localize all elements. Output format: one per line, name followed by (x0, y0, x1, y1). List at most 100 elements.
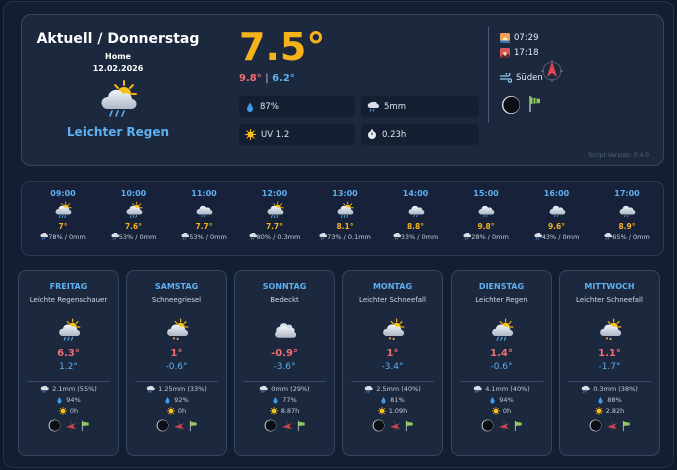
current-min-max: 9.8° | 6.2° (239, 73, 295, 84)
hourly-item: 16:00 9.6° 43% / 0mm (522, 189, 592, 241)
rain-cloud-icon (319, 232, 328, 240)
day-icons-row (127, 419, 226, 432)
sun-icon (377, 407, 386, 415)
day-icons-row (452, 419, 551, 432)
day-condition: Leichte Regenschauer (29, 296, 108, 304)
wind-direction-arrow-icon (498, 420, 509, 431)
hour-rain-value: 53% / 0mm (118, 233, 157, 241)
temp-separator: | (265, 73, 269, 84)
sun-icon (594, 407, 603, 415)
rain-cloud-icon (249, 232, 257, 240)
humidity-stat: 87% (239, 96, 355, 117)
rain-cloud-icon (260, 385, 268, 393)
duration-value: 0.23h (382, 129, 407, 140)
rain-cloud-icon (582, 385, 590, 393)
rain-cloud-icon (604, 232, 613, 240)
daily-card: DIENSTAG Leichter Regen 1.4° -0.6° 4.1mm (40… (451, 270, 552, 456)
partly-cloudy-snow-icon (164, 318, 190, 341)
sunset-icon (500, 48, 510, 58)
wind-direction-arrow-icon (281, 420, 292, 431)
hour-temperature: 8.1° (336, 222, 354, 231)
duration-stat: 0.23h (361, 124, 479, 145)
day-sunshine: 1.09h (343, 407, 442, 415)
hourly-item: 11:00 7.7° 53% / 0mm (169, 189, 239, 241)
hour-rain: 80% / 0.3mm (240, 232, 310, 241)
location-name: Home (105, 52, 131, 61)
hour-temperature: 8.9° (618, 222, 636, 231)
overcast-icon (272, 323, 298, 342)
current-title: Aktuell / Donnerstag (36, 31, 200, 47)
min-temperature: 6.2° (272, 73, 295, 84)
day-sunshine-value: 1.09h (388, 407, 408, 415)
hour-time: 13:00 (332, 189, 358, 198)
day-humidity: 92% (127, 396, 226, 404)
day-min-temperature: -0.6° (490, 362, 513, 372)
windsock-icon (81, 420, 89, 431)
hourly-item: 09:00 7° 78% / 0mm (28, 189, 98, 241)
weather-dashboard: Aktuell / Donnerstag Home 12.02.2026 Lei… (3, 1, 674, 468)
hour-rain-value: 80% / 0.3mm (256, 233, 301, 241)
sunset-time: 17:18 (514, 48, 539, 58)
day-sunshine: 2.82h (560, 407, 659, 415)
compass-arrow-icon (541, 60, 563, 82)
hourly-item: 17:00 8.9° 65% / 0mm (592, 189, 662, 241)
day-max-temperature: 1.4° (490, 348, 513, 359)
day-max-temperature: 1° (386, 348, 399, 359)
day-condition: Bedeckt (270, 296, 299, 304)
day-icons-row (235, 419, 334, 432)
hour-rain-value: 53% / 0mm (189, 233, 227, 241)
partly-cloudy-rain-icon (335, 201, 355, 219)
droplet-icon (57, 396, 62, 404)
uv-stat: UV 1.2 (239, 124, 355, 145)
moon-phase-icon (264, 419, 276, 432)
hourly-item: 15:00 9.8° 28% / 0mm (451, 189, 521, 241)
hour-rain-value: 65% / 0mm (612, 233, 650, 241)
sunrise-row: 07:29 (500, 33, 539, 43)
hour-rain: 73% / 0.1mm (310, 232, 380, 241)
hour-rain: 53% / 0mm (99, 232, 169, 241)
max-temperature: 9.8° (239, 73, 262, 84)
day-min-temperature: -3.6° (273, 362, 296, 372)
day-precipitation-value: 1.25mm (33%) (158, 385, 207, 393)
divider (351, 381, 434, 382)
day-name: SONNTAG (262, 282, 307, 291)
hour-time: 17:00 (614, 189, 640, 198)
hour-time: 14:00 (402, 189, 429, 198)
partly-cloudy-rain-icon (265, 201, 285, 219)
current-condition: Leichter Regen (66, 125, 170, 139)
day-precipitation: 1.25mm (33%) (127, 385, 226, 393)
hourly-item: 10:00 7.6° 53% / 0mm (99, 189, 169, 241)
hour-temperature: 8.8° (406, 222, 425, 231)
wind-direction-arrow-icon (606, 420, 617, 431)
day-min-temperature: 1.2° (59, 362, 78, 372)
droplet-icon (381, 396, 386, 404)
divider (27, 381, 110, 382)
divider (243, 381, 326, 382)
hour-time: 12:00 (261, 189, 288, 198)
rain-cloud-icon (393, 232, 401, 240)
moon-phase-icon (48, 419, 60, 432)
day-max-temperature: 1° (170, 348, 183, 359)
rain-cloud-icon (111, 232, 119, 240)
hour-rain: 28% / 0mm (451, 232, 521, 241)
hourly-forecast: 09:00 7° 78% / 0mm 10:00 7.6° 53% / 0mm 11:00 7… (21, 181, 664, 256)
day-min-temperature: -1.7° (598, 362, 621, 372)
cloud-drizzle-icon (406, 201, 426, 218)
hourly-item: 14:00 8.8° 33% / 0mm (381, 189, 451, 241)
day-max-temperature: 1.1° (598, 348, 621, 359)
day-name: MONTAG (372, 282, 413, 291)
divider (488, 27, 489, 123)
day-sunshine-value: 8.87h (280, 407, 300, 415)
hour-rain: 53% / 0mm (169, 232, 239, 241)
hourly-item: 12:00 7.7° 80% / 0.3mm (240, 189, 310, 241)
hour-temperature: 7.7° (195, 222, 213, 231)
hour-time: 15:00 (473, 189, 499, 198)
windsock-icon (297, 420, 305, 431)
moon-phase-icon (502, 96, 520, 114)
hourly-item: 13:00 8.1° 73% / 0.1mm (310, 189, 380, 241)
day-condition: Leichter Schneefall (576, 296, 643, 304)
sunset-row: 17:18 (500, 48, 539, 58)
stopwatch-icon (368, 129, 376, 139)
day-humidity-value: 92% (174, 396, 189, 404)
day-name: SAMSTAG (154, 282, 199, 291)
